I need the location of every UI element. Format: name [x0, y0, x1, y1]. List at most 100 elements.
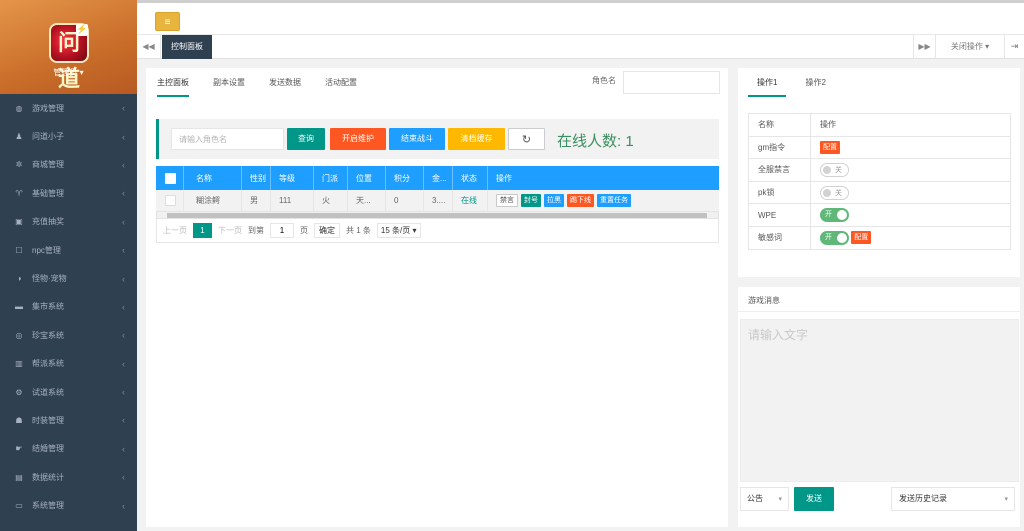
end-battle-button[interactable]: 结束战斗 [389, 128, 445, 150]
chevron-left-icon: ‹ [122, 245, 125, 256]
select-all-checkbox[interactable] [165, 172, 176, 184]
tab-operation-1[interactable]: 操作1 [748, 77, 787, 97]
page-number-input[interactable] [270, 223, 294, 238]
role-search-input[interactable] [171, 128, 284, 150]
wpe-toggle[interactable]: 开 [820, 208, 849, 223]
next-page-link[interactable]: 下一页 [218, 225, 242, 236]
sidebar-item[interactable]: ▣ 充值抽奖 ‹ [0, 208, 137, 236]
mute-all-toggle[interactable]: 关 [820, 162, 849, 177]
sensitive-config-button[interactable]: 配置 [851, 231, 872, 245]
hand-icon: ☛ [15, 444, 23, 454]
sidebar-item[interactable]: ♟ 问道小子 ‹ [0, 122, 137, 150]
message-type-select[interactable]: 公告 ▾ [740, 487, 789, 511]
tab-event-config[interactable]: 活动配置 [325, 77, 357, 97]
table-row: 糊涂鳄 男 111 火 天... 0 3.... 在线 禁言 封号 拉黑 踢下线… [156, 190, 719, 211]
column-header[interactable]: 门派 [314, 166, 348, 190]
chevron-left-icon: ‹ [122, 387, 125, 398]
goto-confirm-button[interactable]: 确定 [314, 223, 340, 238]
sidebar-item[interactable]: ◍ 游戏管理 ‹ [0, 94, 137, 122]
tab-main-control[interactable]: 主控面板 [157, 77, 189, 97]
gm-config-button[interactable]: 配置 [820, 140, 840, 154]
column-header[interactable]: 性别 [242, 166, 271, 190]
chevron-left-icon: ‹ [122, 500, 125, 511]
sidebar-item[interactable]: ◑ 怪物·宠物 ‹ [0, 264, 137, 292]
column-header[interactable]: 积分 [386, 166, 424, 190]
sidebar-item[interactable]: ☛ 结婚管理 ‹ [0, 435, 137, 463]
role-name-label: 角色名 [592, 76, 616, 85]
maintenance-button[interactable]: 开启维护 [330, 128, 386, 150]
page-size-select[interactable]: 15 条/页 ▾ [376, 223, 421, 238]
sidebar-item[interactable]: ♈ 基础管理 ‹ [0, 179, 137, 207]
column-header[interactable]: 等级 [271, 166, 314, 190]
menu-toggle-button[interactable]: ≡ [155, 12, 180, 31]
close-operations-dropdown[interactable]: 关闭操作 ▾ [935, 35, 1004, 58]
horizontal-scrollbar[interactable] [156, 211, 719, 219]
tab-dashboard[interactable]: 控制面板 [162, 35, 212, 59]
current-page[interactable]: 1 [193, 223, 212, 238]
send-button[interactable]: 发送 [794, 487, 834, 511]
tab-scroll-right-icon[interactable]: ▶▶ [913, 35, 935, 58]
chevron-left-icon: ‹ [122, 472, 125, 483]
table-row: 全服禁言 关 [748, 158, 1011, 182]
column-header[interactable]: 状态 [453, 166, 488, 190]
sidebar-item-label: 珍宝系统 [32, 330, 64, 340]
sidebar-item[interactable]: ✲ 商城管理 ‹ [0, 151, 137, 179]
column-header[interactable]: 名称 [184, 166, 242, 190]
chevron-left-icon: ‹ [122, 301, 125, 312]
tab-scroll-left-icon[interactable]: ◀◀ [137, 35, 161, 58]
cell-name: 糊涂鳄 [184, 190, 242, 211]
prev-page-link[interactable]: 上一页 [163, 225, 187, 236]
sidebar-item[interactable]: ⚙ 试道系统 ‹ [0, 378, 137, 406]
row-checkbox[interactable] [165, 195, 176, 206]
column-header[interactable]: 位置 [348, 166, 386, 190]
sidebar-item[interactable]: ▤ 数据统计 ‹ [0, 463, 137, 491]
chevron-left-icon: ‹ [122, 330, 125, 341]
tab-operation-2[interactable]: 操作2 [796, 77, 834, 97]
sidebar-item-label: 游戏管理 [32, 103, 64, 113]
sidebar-item[interactable]: ◎ 珍宝系统 ‹ [0, 321, 137, 349]
table-header: 名称 性别 等级 门派 位置 积分 金... 状态 操作 [156, 166, 719, 190]
table-row: pk锁 关 [748, 180, 1011, 205]
sidebar-item-label: 时装管理 [32, 415, 64, 425]
kick-offline-button[interactable]: 踢下线 [567, 194, 594, 207]
reset-task-button[interactable]: 重置任务 [597, 194, 631, 207]
clear-cache-button[interactable]: 清档缓存 [448, 128, 505, 150]
action-toolbar: 查询 开启维护 结束战斗 清档缓存 ↻ 在线人数: 1 [156, 119, 719, 159]
blacklist-button[interactable]: 拉黑 [544, 194, 564, 207]
sidebar-item[interactable]: ☗ 时装管理 ‹ [0, 406, 137, 434]
message-textarea[interactable] [740, 319, 1019, 482]
sidebar-item[interactable]: ▭ 系统管理 ‹ [0, 491, 137, 519]
sidebar-item-label: 帮派系统 [32, 359, 64, 369]
chevron-left-icon: ‹ [122, 358, 125, 369]
sidebar-item[interactable]: ▬ 集市系统 ‹ [0, 293, 137, 321]
mute-all-label: 全服禁言 [748, 158, 811, 182]
operations-panel: 操作1 操作2 名称 操作 gm指令 配置 全服禁言 关 pk锁 关 WPE 开 [738, 68, 1020, 277]
mute-all-cell: 关 [810, 158, 1011, 182]
tab-dungeon-settings[interactable]: 副本设置 [213, 77, 245, 97]
online-count: 在线人数: 1 [557, 133, 634, 150]
admin-user-menu[interactable]: 管理员 ▾ [0, 67, 137, 78]
table-row: WPE 开 [748, 203, 1011, 227]
column-header[interactable]: 金... [424, 166, 453, 190]
logout-icon[interactable]: ⇥ [1004, 35, 1024, 58]
sidebar-header: 问道 ⚡ 管理员 ▾ [0, 0, 137, 94]
ban-account-button[interactable]: 封号 [521, 194, 541, 207]
chevron-down-icon: ▾ [778, 496, 782, 503]
mute-button[interactable]: 禁言 [496, 194, 518, 207]
refresh-icon[interactable]: ↻ [508, 128, 545, 150]
column-header[interactable]: 操作 [488, 166, 719, 190]
sidebar-item-label: 问道小子 [32, 132, 64, 142]
sidebar-item[interactable]: ☐ npc管理 ‹ [0, 236, 137, 264]
tab-send-data[interactable]: 发送数据 [269, 77, 301, 97]
role-name-input[interactable] [623, 71, 720, 94]
scrollbar-thumb[interactable] [167, 213, 707, 218]
sidebar-item[interactable]: ▥ 帮派系统 ‹ [0, 350, 137, 378]
send-history-select[interactable]: 发送历史记录 ▾ [891, 487, 1015, 511]
top-bar: ≡ [137, 0, 1024, 35]
panel-title: 游戏消息 [748, 296, 780, 305]
gm-command-label: gm指令 [748, 135, 811, 160]
square-icon: ☐ [15, 245, 23, 255]
pk-lock-toggle[interactable]: 关 [820, 185, 849, 200]
query-button[interactable]: 查询 [287, 128, 325, 150]
sensitive-words-toggle[interactable]: 开 [820, 230, 849, 245]
